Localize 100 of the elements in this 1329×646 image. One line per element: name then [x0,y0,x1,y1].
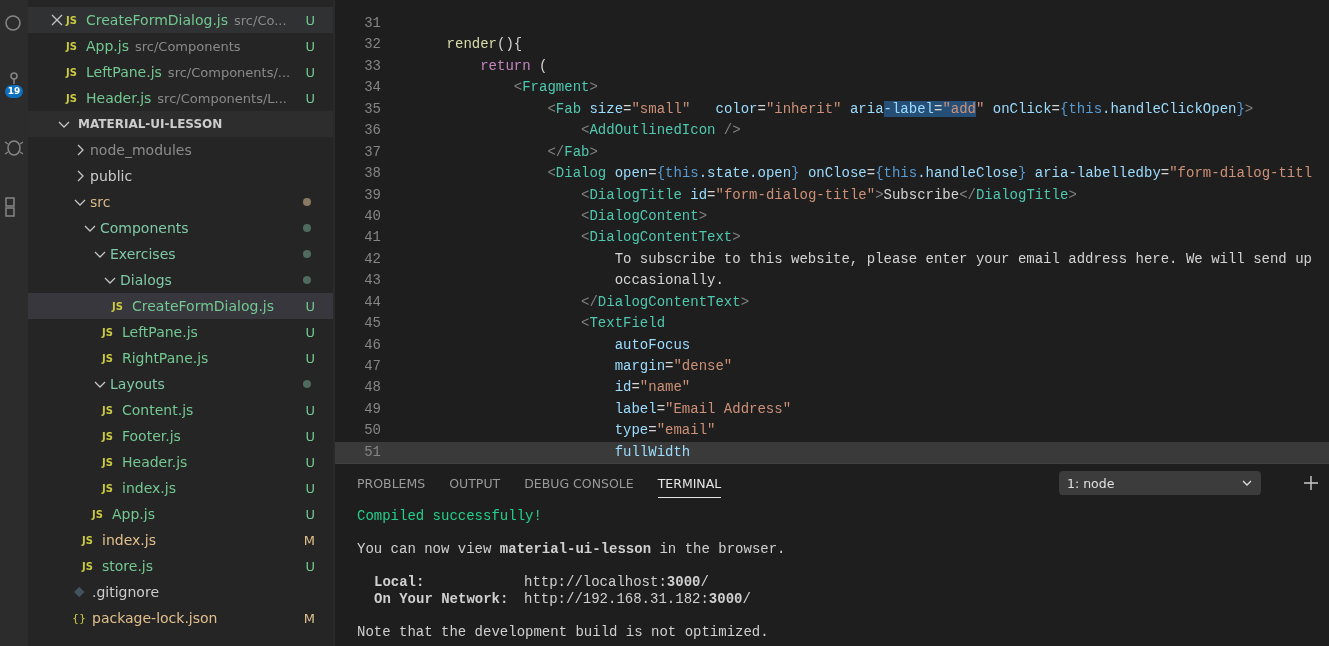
line-number: 47 [363,357,381,376]
line-number: 42 [363,249,381,269]
tree-item[interactable]: node_modules [28,137,333,163]
panel-tab[interactable]: DEBUG CONSOLE [524,468,634,498]
js-file-icon: JS [102,430,120,442]
tree-item[interactable]: JS index.js M [28,527,333,553]
panel-tab[interactable]: TERMINAL [657,468,722,498]
address-url: http://localhost:3000/ [524,574,709,591]
js-file-icon: JS [92,508,110,520]
code-line: <Fragment> [512,78,598,98]
js-file-icon: JS [102,482,120,494]
terminal-line: Note that the development build is not optimized. [357,624,770,641]
tree-item[interactable]: JS index.js U [28,475,333,501]
js-file-icon: JS [82,560,100,572]
line-number: 32 [363,35,381,55]
line-number: 33 [363,56,381,76]
git-status: U [305,402,315,418]
line-number: 36 [363,121,381,141]
address-url: http://192.168.31.182:3000/ [524,591,751,608]
git-status: U [305,506,315,522]
line-number: 35 [363,99,381,119]
code-line: occasionally. [613,271,724,291]
tree-item[interactable]: Layouts [28,371,333,397]
line-number: 37 [363,142,381,162]
tree-item[interactable]: JS RightPane.js U [28,345,333,371]
close-icon[interactable] [51,14,63,26]
tree-item[interactable]: Dialogs [28,267,333,293]
address-label: Local: [374,574,426,591]
js-file-icon: JS [102,404,120,416]
tree-item[interactable]: JS App.js U [28,501,333,527]
line-number: 38 [363,164,381,184]
js-file-icon: JS [66,66,84,78]
code-line: return ( [479,56,548,76]
js-file-icon: JS [66,40,84,52]
panel-tab[interactable]: OUTPUT [449,468,501,498]
js-file-icon: JS [82,534,100,546]
code-line: fullWidth [613,442,691,462]
line-number: 39 [363,185,381,205]
open-editor-item[interactable]: JS CreateFormDialog.js src/Co... U [28,7,333,33]
tree-item[interactable]: {} package-lock.json M [28,605,333,631]
git-status: U [305,350,315,366]
code-line: <Dialog open={this.state.open} onClose={this.handleClose} aria-labelledby="form-dialog-titl [546,164,1313,184]
line-number: 51 [363,442,381,462]
code-line: render(){ [445,35,523,55]
tree-item[interactable]: Exercises [28,241,333,267]
tree-item[interactable]: JS store.js U [28,553,333,579]
code-line: </DialogContentText> [580,292,750,312]
tree-item[interactable]: src [28,189,333,215]
braces-icon: {} [72,611,90,625]
open-editor-item[interactable]: JS LeftPane.js src/Components/... U [28,59,333,85]
line-number: 43 [363,271,381,291]
js-file-icon: JS [102,326,120,338]
code-line: <TextField [580,314,666,334]
source-control-icon[interactable] [8,72,20,84]
code-line: id="name" [613,378,691,398]
open-editor-item[interactable]: JS Header.js src/Components/L... U [28,85,333,111]
code-line: <AddOutlinedIcon /> [580,121,741,141]
search-icon[interactable] [4,14,24,34]
panel-tab[interactable]: PROBLEMS [357,468,426,498]
js-file-icon: JS [66,92,84,104]
code-line: autoFocus [613,335,691,355]
plus-icon[interactable] [1303,475,1319,491]
tree-item[interactable]: .gitignore [28,579,333,605]
tree-item[interactable]: Components [28,215,333,241]
notification-badge: 19 [4,85,24,98]
line-number: 40 [363,206,381,226]
tree-item[interactable]: JS Footer.js U [28,423,333,449]
line-number: 48 [363,378,381,398]
code-line: label="Email Address" [613,399,792,419]
git-status: U [305,298,315,314]
git-status: U [305,454,315,470]
js-file-icon: JS [112,300,130,312]
tree-item[interactable]: JS CreateFormDialog.js U [28,293,333,319]
line-number: 44 [363,292,381,312]
code-line: <DialogTitle id="form-dialog-title">Subscribe</DialogTitle> [580,185,1077,205]
git-status: U [305,480,315,496]
line-number: 34 [363,78,381,98]
git-status: M [303,610,315,626]
code-line: </Fab> [546,142,598,162]
git-status: M [303,532,315,548]
line-number: 41 [363,228,381,248]
line-number: 46 [363,335,381,355]
code-line: <DialogContentText> [580,228,741,248]
code-line: type="email" [613,421,716,441]
tree-item[interactable]: public [28,163,333,189]
terminal-line: Compiled successfully! [357,508,543,525]
code-line: margin="dense" [613,357,733,376]
git-status: U [305,12,315,28]
address-label: On Your Network: [374,591,510,608]
terminal-select[interactable]: 1: node [1059,471,1261,495]
tree-item[interactable]: JS LeftPane.js U [28,319,333,345]
tree-item[interactable]: JS Header.js U [28,449,333,475]
git-status: U [305,324,315,340]
git-status: U [305,38,315,54]
tree-item[interactable]: JS Content.js U [28,397,333,423]
open-editor-item[interactable]: JS App.js src/Components U [28,33,333,59]
line-number: 50 [363,421,381,441]
line-number: 31 [363,14,381,33]
git-status: U [305,90,315,106]
explorer-section-header[interactable]: MATERIAL-UI-LESSON [28,111,333,137]
